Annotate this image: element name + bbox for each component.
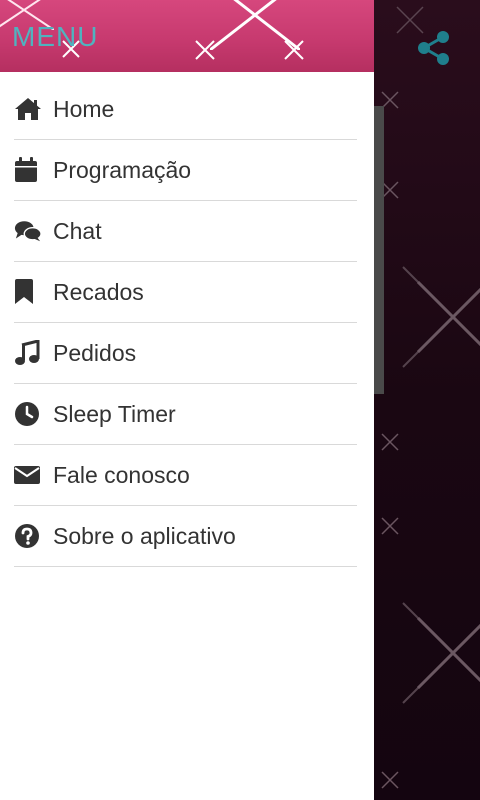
- menu-item-chat[interactable]: Chat: [14, 201, 357, 262]
- menu-item-fale-conosco[interactable]: Fale conosco: [14, 445, 357, 506]
- sparkle-decoration: [402, 602, 480, 704]
- menu-item-label: Recados: [53, 278, 144, 305]
- drawer-title: MENU: [12, 21, 99, 52]
- menu-list: Home Programação Chat Recados Pedidos Sl…: [14, 79, 357, 567]
- calendar-icon: [14, 156, 42, 184]
- menu-item-home[interactable]: Home: [14, 79, 357, 140]
- menu-item-label: Chat: [53, 217, 102, 244]
- sparkle-decoration: [402, 266, 480, 368]
- chat-icon: [14, 217, 42, 245]
- sparkle-decoration: [381, 517, 399, 535]
- menu-item-label: Fale conosco: [53, 461, 190, 488]
- menu-item-programacao[interactable]: Programação: [14, 140, 357, 201]
- menu-item-label: Sleep Timer: [53, 400, 176, 427]
- menu-item-recados[interactable]: Recados: [14, 262, 357, 323]
- menu-item-sobre-o-aplicativo[interactable]: Sobre o aplicativo: [14, 506, 357, 567]
- app-screen: MENU Home Programação Chat Recados Pedid…: [0, 0, 480, 800]
- navigation-drawer: MENU Home Programação Chat Recados Pedid…: [0, 0, 374, 800]
- bookmark-icon: [14, 278, 42, 306]
- drawer-header: MENU: [0, 0, 374, 72]
- sparkle-decoration: [284, 40, 304, 60]
- question-circle-icon: [14, 522, 42, 550]
- home-icon: [14, 95, 42, 123]
- menu-item-pedidos[interactable]: Pedidos: [14, 323, 357, 384]
- envelope-icon: [14, 461, 42, 489]
- menu-item-sleep-timer[interactable]: Sleep Timer: [14, 384, 357, 445]
- music-icon: [14, 339, 42, 367]
- scrollbar[interactable]: [374, 106, 384, 394]
- menu-item-label: Programação: [53, 156, 192, 183]
- share-button[interactable]: [414, 28, 454, 68]
- clock-icon: [14, 400, 42, 428]
- sparkle-decoration: [381, 433, 399, 451]
- menu-item-label: Home: [53, 95, 115, 122]
- sparkle-decoration: [381, 771, 399, 789]
- menu-item-label: Pedidos: [53, 339, 137, 366]
- share-icon: [418, 31, 449, 65]
- menu-item-label: Sobre o aplicativo: [53, 522, 236, 549]
- sparkle-decoration: [195, 40, 215, 60]
